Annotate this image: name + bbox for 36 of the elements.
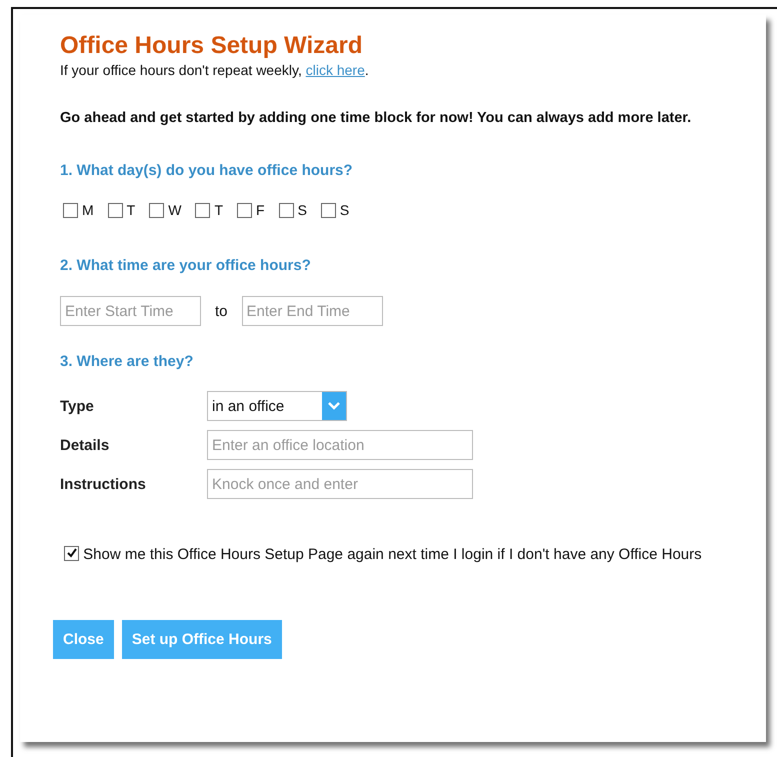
start-time-field[interactable]: Enter Start Time (60, 296, 201, 326)
question-heading: 1. What day(s) do you have office hours? (60, 161, 354, 181)
instructions-label: Instructions (60, 476, 147, 492)
type-select[interactable]: in an office (207, 391, 347, 421)
close-button[interactable]: Close (53, 620, 114, 659)
checkbox[interactable] (64, 546, 79, 560)
day-label: W (168, 202, 182, 218)
instructions-field[interactable]: Knock once and enter (207, 469, 473, 499)
checkbox[interactable] (108, 202, 123, 218)
checkbox[interactable] (237, 202, 252, 218)
check-icon (66, 547, 78, 559)
checkbox[interactable] (149, 202, 164, 218)
chevron-down-icon (327, 401, 341, 411)
question-heading: 2. What time are your office hours? (60, 256, 312, 276)
day-label: T (214, 202, 224, 218)
day-label: F (256, 202, 265, 218)
end-time-field[interactable]: Enter End Time (242, 296, 383, 326)
day-label: S (298, 202, 307, 218)
day-label: S (340, 202, 350, 218)
checkbox[interactable] (63, 202, 78, 218)
checkbox[interactable] (195, 202, 210, 218)
day-label: T (126, 202, 136, 218)
checkbox[interactable] (278, 202, 294, 218)
checkbox[interactable] (320, 202, 336, 218)
intro-text: Go ahead and get started by adding one time block for now! You can always add more later. (60, 109, 692, 128)
setup-button[interactable]: Set up Office Hours (122, 620, 282, 659)
show-again-label: Show me this Office Hours Setup Page again next time I login if I don't have any Office Hours (83, 546, 702, 563)
question-heading: 3. Where are they? (60, 352, 194, 372)
wizard-title: Office Hours Setup Wizard (60, 31, 364, 61)
type-label: Type (60, 398, 95, 414)
subtitle: If your office hours don't repeat weekly, click here. (60, 62, 370, 78)
to-label: to (215, 302, 228, 320)
details-label: Details (60, 436, 110, 454)
details-field[interactable]: Enter an office location (207, 430, 473, 460)
click-here-link[interactable]: click here (306, 62, 365, 78)
day-label: M (82, 202, 94, 218)
